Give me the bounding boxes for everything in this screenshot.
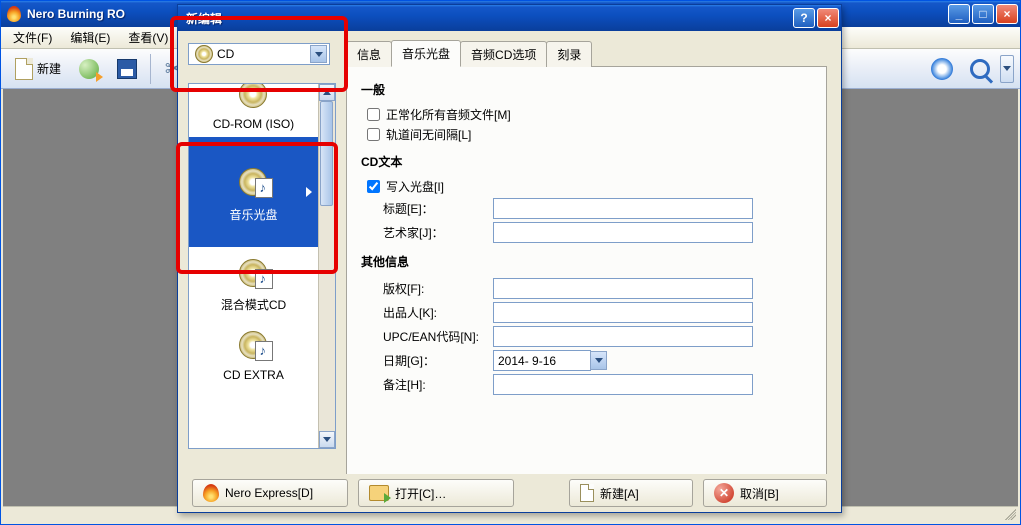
toolbar-new-button[interactable]: 新建: [7, 58, 69, 80]
menu-file[interactable]: 文件(F): [5, 27, 60, 48]
dialog-close-button[interactable]: ×: [817, 8, 839, 28]
disc-music-icon: [235, 329, 273, 361]
tab-info[interactable]: 信息: [346, 41, 392, 67]
type-item-cdrom-iso[interactable]: CD-ROM (ISO): [189, 84, 318, 137]
disc-icon: [235, 83, 273, 110]
scroll-up-button[interactable]: [319, 84, 335, 101]
type-item-label: CD-ROM (ISO): [189, 117, 318, 131]
copyright-field-label: 版权[F]:: [383, 280, 493, 297]
no-gap-label: 轨道间无间隔[L]: [386, 126, 471, 143]
new-button[interactable]: 新建[A]: [569, 479, 693, 507]
radar-icon: [931, 58, 953, 80]
upc-field-label: UPC/EAN代码[N]:: [383, 328, 493, 345]
type-item-label: CD EXTRA: [189, 368, 318, 382]
title-input[interactable]: [493, 198, 753, 219]
date-input[interactable]: 2014- 9-16: [493, 350, 591, 371]
scroll-thumb[interactable]: [320, 101, 333, 206]
type-item-cd-extra[interactable]: CD EXTRA: [189, 319, 318, 388]
open-button[interactable]: 打开[C]…: [358, 479, 514, 507]
write-cd-label: 写入光盘[I]: [386, 178, 444, 195]
section-cdtext-heading: CD文本: [361, 153, 812, 170]
toolbar-dropdown-handle[interactable]: [1000, 55, 1014, 83]
resize-grip-icon[interactable]: [1002, 506, 1016, 520]
dialog-button-bar: Nero Express[D] 打开[C]… 新建[A] ✕ 取消[B]: [178, 474, 841, 512]
main-minimize-button[interactable]: _: [948, 4, 970, 24]
toolbar-open-button[interactable]: [71, 52, 107, 86]
open-button-label: 打开[C]…: [395, 485, 446, 502]
date-field-label: 日期[G]：: [383, 352, 493, 369]
tab-bar: 信息 音乐光盘 音频CD选项 刻录: [346, 43, 827, 67]
main-maximize-button[interactable]: □: [972, 4, 994, 24]
left-pane: CD CD-ROM (ISO) 音乐光盘: [178, 31, 338, 475]
no-gap-checkbox[interactable]: [367, 128, 380, 141]
section-other-heading: 其他信息: [361, 253, 812, 270]
right-pane: 信息 音乐光盘 音频CD选项 刻录 一般 正常化所有音频文件[M] 轨道间无间隔…: [338, 31, 841, 475]
page-icon: [15, 58, 33, 80]
upc-input[interactable]: [493, 326, 753, 347]
cancel-button-label: 取消[B]: [740, 485, 779, 502]
disc-type-select[interactable]: CD: [188, 43, 330, 65]
tab-body: 一般 正常化所有音频文件[M] 轨道间无间隔[L] CD文本 写入光盘[I] 标…: [346, 67, 827, 481]
producer-input[interactable]: [493, 302, 753, 323]
dialog-title: 新编辑: [186, 10, 793, 27]
scroll-down-button[interactable]: [319, 431, 335, 448]
write-cd-checkbox[interactable]: [367, 180, 380, 193]
toolbar-save-button[interactable]: [109, 52, 145, 86]
notes-field-label: 备注[H]:: [383, 376, 493, 393]
dialog-titlebar: 新编辑 ? ×: [178, 5, 841, 31]
page-icon: [580, 484, 594, 502]
producer-field-label: 出品人[K]:: [383, 304, 493, 321]
disc-music-icon: [235, 166, 273, 198]
disc-icon: [195, 44, 217, 64]
type-item-label: 音乐光盘: [229, 206, 277, 223]
section-general-heading: 一般: [361, 81, 812, 98]
compilation-type-list: CD-ROM (ISO) 音乐光盘 混合模式CD CD EXTRA: [188, 83, 336, 449]
flame-icon: [203, 484, 219, 502]
tab-audio-cd-options[interactable]: 音频CD选项: [460, 41, 547, 67]
title-field-label: 标题[E]：: [383, 200, 493, 217]
date-dropdown-button[interactable]: [590, 351, 607, 370]
menu-edit[interactable]: 编辑(E): [62, 27, 118, 48]
type-item-mixed-mode[interactable]: 混合模式CD: [189, 247, 318, 319]
toolbar-radar-button[interactable]: [924, 52, 960, 86]
toolbar-separator: [150, 54, 151, 84]
magnifier-icon: [970, 59, 990, 79]
type-item-label: 混合模式CD: [189, 296, 318, 313]
menu-view[interactable]: 查看(V): [120, 27, 176, 48]
normalize-audio-label: 正常化所有音频文件[M]: [386, 106, 511, 123]
main-close-button[interactable]: ×: [996, 4, 1018, 24]
cancel-icon: ✕: [714, 483, 734, 503]
artist-field-label: 艺术家[J]：: [383, 224, 493, 241]
tab-audio-cd[interactable]: 音乐光盘: [391, 40, 461, 67]
copyright-input[interactable]: [493, 278, 753, 299]
tab-burn[interactable]: 刻录: [546, 41, 592, 67]
floppy-icon: [117, 59, 137, 79]
normalize-audio-checkbox[interactable]: [367, 108, 380, 121]
chevron-down-icon: [310, 45, 327, 63]
dialog-help-button[interactable]: ?: [793, 8, 815, 28]
type-list-scrollbar[interactable]: [318, 84, 335, 448]
cancel-button[interactable]: ✕ 取消[B]: [703, 479, 827, 507]
flame-icon: [7, 6, 21, 22]
date-value-text: 2014- 9-16: [498, 354, 556, 368]
disc-type-selected-label: CD: [217, 47, 310, 61]
scroll-track[interactable]: [319, 101, 335, 431]
new-button-label: 新建[A]: [600, 485, 639, 502]
nero-express-label: Nero Express[D]: [225, 486, 313, 500]
folder-open-icon: [369, 485, 389, 501]
toolbar-new-label: 新建: [37, 60, 61, 77]
globe-arrow-icon: [79, 59, 99, 79]
disc-music-icon: [235, 257, 273, 289]
new-compilation-dialog: 新编辑 ? × CD CD-ROM (ISO): [177, 4, 842, 513]
toolbar-search-button[interactable]: [962, 52, 998, 86]
notes-input[interactable]: [493, 374, 753, 395]
artist-input[interactable]: [493, 222, 753, 243]
nero-express-button[interactable]: Nero Express[D]: [192, 479, 348, 507]
type-item-audio-cd[interactable]: 音乐光盘: [189, 137, 318, 247]
